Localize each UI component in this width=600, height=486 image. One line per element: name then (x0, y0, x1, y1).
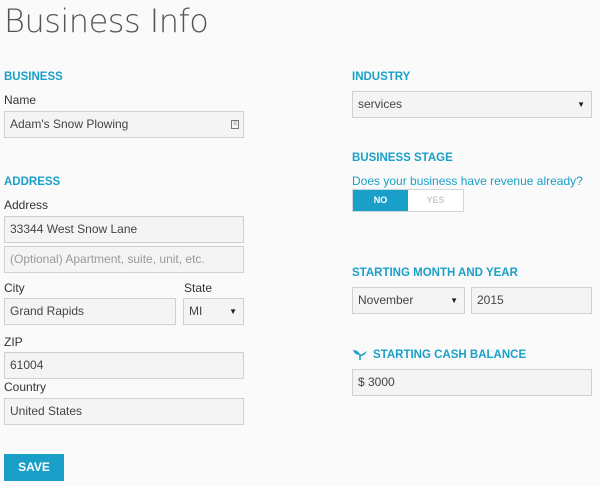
year-field[interactable]: 2015 (471, 287, 592, 314)
state-select[interactable]: MI ▼ (183, 298, 244, 325)
industry-heading: INDUSTRY (352, 71, 411, 83)
plant-icon (353, 350, 367, 361)
address-line2-field[interactable]: (Optional) Apartment, suite, unit, etc. (4, 246, 244, 273)
page-title: Business Info (4, 2, 209, 40)
zip-field[interactable]: 61004 (4, 352, 244, 379)
save-button[interactable]: SAVE (4, 454, 64, 481)
address-label: Address (4, 198, 49, 212)
name-label: Name (4, 93, 37, 107)
zip-label: ZIP (4, 335, 23, 349)
city-field[interactable]: Grand Rapids (4, 298, 176, 325)
country-field[interactable]: United States (4, 398, 244, 425)
starting-month-year-heading: STARTING MONTH AND YEAR (352, 267, 518, 279)
chevron-down-icon: ▼ (229, 307, 237, 316)
business-name-field[interactable]: Adam's Snow Plowing ≡ (4, 111, 244, 138)
revenue-toggle[interactable]: NO YES (352, 189, 464, 212)
state-label: State (184, 281, 213, 295)
country-label: Country (4, 380, 47, 394)
business-name-value: Adam's Snow Plowing (10, 117, 129, 131)
address-heading: ADDRESS (4, 176, 61, 188)
chevron-down-icon: ▼ (450, 296, 458, 305)
industry-value: services (358, 97, 403, 111)
toggle-yes[interactable]: YES (408, 190, 463, 211)
business-heading: BUSINESS (4, 71, 63, 83)
toggle-no[interactable]: NO (353, 190, 408, 211)
cash-balance-heading-text: STARTING CASH BALANCE (373, 349, 527, 361)
cash-balance-field[interactable]: $ 3000 (352, 369, 592, 396)
industry-select[interactable]: services ▼ (352, 91, 592, 118)
revenue-question-text: Does your business have revenue already? (352, 174, 583, 188)
state-value: MI (189, 304, 203, 318)
city-label: City (4, 281, 25, 295)
month-value: November (358, 293, 414, 307)
month-select[interactable]: November ▼ (352, 287, 465, 314)
business-stage-heading: BUSINESS STAGE (352, 152, 453, 164)
address-line1-field[interactable]: 33344 West Snow Lane (4, 216, 244, 243)
cash-balance-heading: STARTING CASH BALANCE (352, 349, 526, 361)
contact-card-icon: ≡ (231, 120, 239, 129)
chevron-down-icon: ▼ (577, 100, 585, 109)
